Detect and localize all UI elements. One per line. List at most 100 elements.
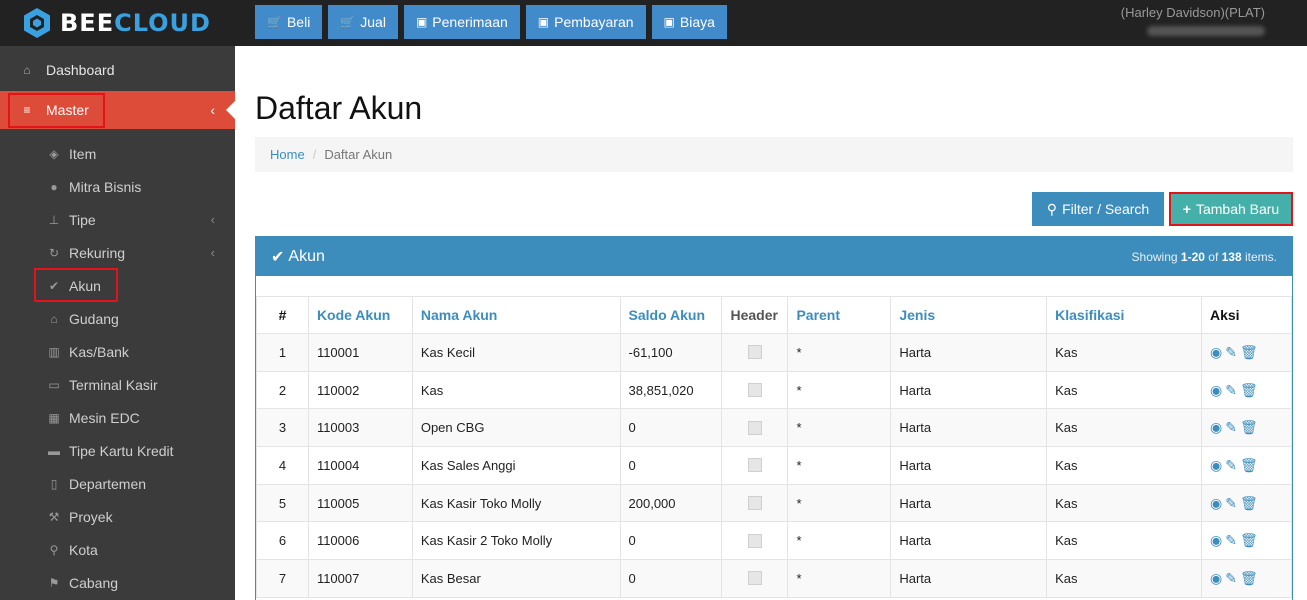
table-row: 2 110002 Kas 38,851,020 * Harta Kas ◉ ✎ 🗑	[256, 370, 1292, 410]
cell-kode-akun: 110006	[307, 521, 413, 561]
pembayaran-label: Pembayaran	[554, 14, 634, 30]
delete-icon[interactable]: 🗑	[1240, 382, 1258, 399]
sidebar-item-terminal-kasir[interactable]: ▭ Terminal Kasir	[0, 368, 235, 401]
view-icon[interactable]: ◉	[1210, 419, 1222, 436]
delete-icon[interactable]: 🗑	[1240, 457, 1258, 474]
edit-icon[interactable]: ✎	[1225, 532, 1237, 549]
cell-klasifikasi: Kas	[1046, 559, 1202, 598]
view-icon[interactable]: ◉	[1210, 382, 1222, 399]
summary-total: 138	[1221, 249, 1242, 264]
cell-aksi: ◉ ✎ 🗑	[1200, 408, 1292, 448]
cell-header	[721, 370, 789, 410]
tambah-baru-button[interactable]: + Tambah Baru	[1169, 192, 1293, 226]
cell-parent: *	[787, 333, 892, 372]
sidebar-item-label: Item	[69, 145, 97, 162]
sidebar-item-cabang[interactable]: ⚑ Cabang	[0, 566, 235, 599]
beli-button[interactable]: 🛒 Beli	[255, 5, 323, 39]
sidebar-item-item[interactable]: ◈ Item	[0, 137, 235, 170]
jual-button[interactable]: 🛒 Jual	[328, 5, 398, 39]
cell-saldo-akun: 0	[619, 408, 723, 448]
cell-klasifikasi: Kas	[1046, 521, 1202, 561]
filter-search-button[interactable]: ⚲ Filter / Search	[1032, 192, 1164, 226]
header-checkbox	[747, 496, 762, 511]
sidebar-item-mesin-edc[interactable]: ▦ Mesin EDC	[0, 401, 235, 434]
view-icon[interactable]: ◉	[1210, 570, 1222, 587]
cell-saldo-akun: 0	[619, 446, 723, 485]
sidebar-item-departemen[interactable]: ▯ Departemen	[0, 467, 235, 500]
cell-saldo-akun: 0	[619, 521, 723, 561]
money-icon: ▣	[663, 15, 675, 29]
beecloud-logo-icon	[24, 8, 50, 38]
cell-jenis: Harta	[890, 370, 1048, 410]
sidebar-item-label: Dashboard	[46, 61, 115, 78]
cell-kode-akun: 110001	[307, 333, 413, 372]
sidebar-item-label: Departemen	[69, 475, 147, 492]
column-header-saldo-akun[interactable]: Saldo Akun	[619, 296, 723, 334]
sidebar-item-dashboard[interactable]: ⌂ Dashboard	[0, 53, 235, 86]
header-checkbox	[747, 533, 762, 548]
sidebar-item-label: Mesin EDC	[69, 409, 140, 426]
edit-icon[interactable]: ✎	[1225, 457, 1237, 474]
pembayaran-button[interactable]: ▣ Pembayaran	[525, 5, 646, 39]
delete-icon[interactable]: 🗑	[1240, 495, 1258, 512]
cell-kode-akun: 110003	[307, 408, 413, 448]
cell-jenis: Harta	[890, 333, 1048, 372]
cell-klasifikasi: Kas	[1046, 483, 1202, 523]
delete-icon[interactable]: 🗑	[1240, 344, 1258, 361]
delete-icon[interactable]: 🗑	[1240, 532, 1258, 549]
sidebar-item-rekuring[interactable]: ↻ Rekuring ‹	[0, 236, 235, 269]
pagination-summary: Showing 1-20 of 138 items.	[1132, 250, 1277, 264]
flag-icon: ⚑	[48, 575, 60, 590]
cell-nama-akun: Kas Kasir 2 Toko Molly	[411, 521, 621, 561]
cell-klasifikasi: Kas	[1046, 408, 1202, 448]
delete-icon[interactable]: 🗑	[1240, 419, 1258, 436]
cell-number: 7	[256, 559, 309, 598]
column-header-nama-akun[interactable]: Nama Akun	[411, 296, 621, 334]
edit-icon[interactable]: ✎	[1225, 570, 1237, 587]
column-header-parent[interactable]: Parent	[787, 296, 892, 334]
panel-title: ✔ Akun	[271, 247, 325, 267]
cell-nama-akun: Kas Kasir Toko Molly	[411, 483, 621, 523]
cell-number: 3	[256, 408, 309, 448]
view-icon[interactable]: ◉	[1210, 457, 1222, 474]
sidebar-item-label: Proyek	[69, 508, 113, 525]
main-content: Daftar Akun Home / Daftar Akun ⚲ Filter …	[235, 46, 1307, 600]
header-checkbox	[747, 420, 762, 435]
chevron-left-icon: ‹	[210, 245, 215, 260]
delete-icon[interactable]: 🗑	[1240, 570, 1258, 587]
cell-parent: *	[787, 559, 892, 598]
sidebar-item-mitra-bisnis[interactable]: ● Mitra Bisnis	[0, 170, 235, 203]
column-header-klasifikasi[interactable]: Klasifikasi	[1046, 296, 1202, 334]
view-icon[interactable]: ◉	[1210, 532, 1222, 549]
cell-saldo-akun: -61,100	[619, 333, 723, 372]
check-icon: ✔	[271, 248, 285, 266]
edit-icon[interactable]: ✎	[1225, 382, 1237, 399]
breadcrumb-home[interactable]: Home	[270, 147, 305, 162]
view-icon[interactable]: ◉	[1210, 344, 1222, 361]
cell-number: 5	[256, 483, 309, 523]
table-row: 1 110001 Kas Kecil -61,100 * Harta Kas ◉…	[256, 333, 1292, 372]
column-header-jenis[interactable]: Jenis	[890, 296, 1048, 334]
cell-parent: *	[787, 521, 892, 561]
edit-icon[interactable]: ✎	[1225, 495, 1237, 512]
sidebar-item-kas-bank[interactable]: ▥ Kas/Bank	[0, 335, 235, 368]
column-header-kode-akun[interactable]: Kode Akun	[307, 296, 413, 334]
home-icon: ⌂	[23, 62, 31, 77]
calculator-icon: ▦	[48, 410, 60, 425]
sidebar-item-tipe[interactable]: ⊥ Tipe ‹	[0, 203, 235, 236]
logo[interactable]: BEECLOUD	[0, 0, 235, 46]
view-icon[interactable]: ◉	[1210, 495, 1222, 512]
biaya-button[interactable]: ▣ Biaya	[651, 5, 727, 39]
edit-icon[interactable]: ✎	[1225, 344, 1237, 361]
edit-icon[interactable]: ✎	[1225, 419, 1237, 436]
sidebar-item-tipe-kartu-kredit[interactable]: ▬ Tipe Kartu Kredit	[0, 434, 235, 467]
penerimaan-button[interactable]: ▣ Penerimaan	[403, 5, 520, 39]
table-row: 7 110007 Kas Besar 0 * Harta Kas ◉ ✎ 🗑	[256, 559, 1292, 598]
cell-parent: *	[787, 483, 892, 523]
sidebar-item-kota[interactable]: ⚲ Kota	[0, 533, 235, 566]
sidebar-item-proyek[interactable]: ⚒ Proyek	[0, 500, 235, 533]
sidebar-item-gudang[interactable]: ⌂ Gudang	[0, 302, 235, 335]
cell-aksi: ◉ ✎ 🗑	[1200, 370, 1292, 410]
table-row: 4 110004 Kas Sales Anggi 0 * Harta Kas ◉…	[256, 446, 1292, 485]
user-menu[interactable]: (Harley Davidson)(PLAT)	[1121, 5, 1265, 36]
